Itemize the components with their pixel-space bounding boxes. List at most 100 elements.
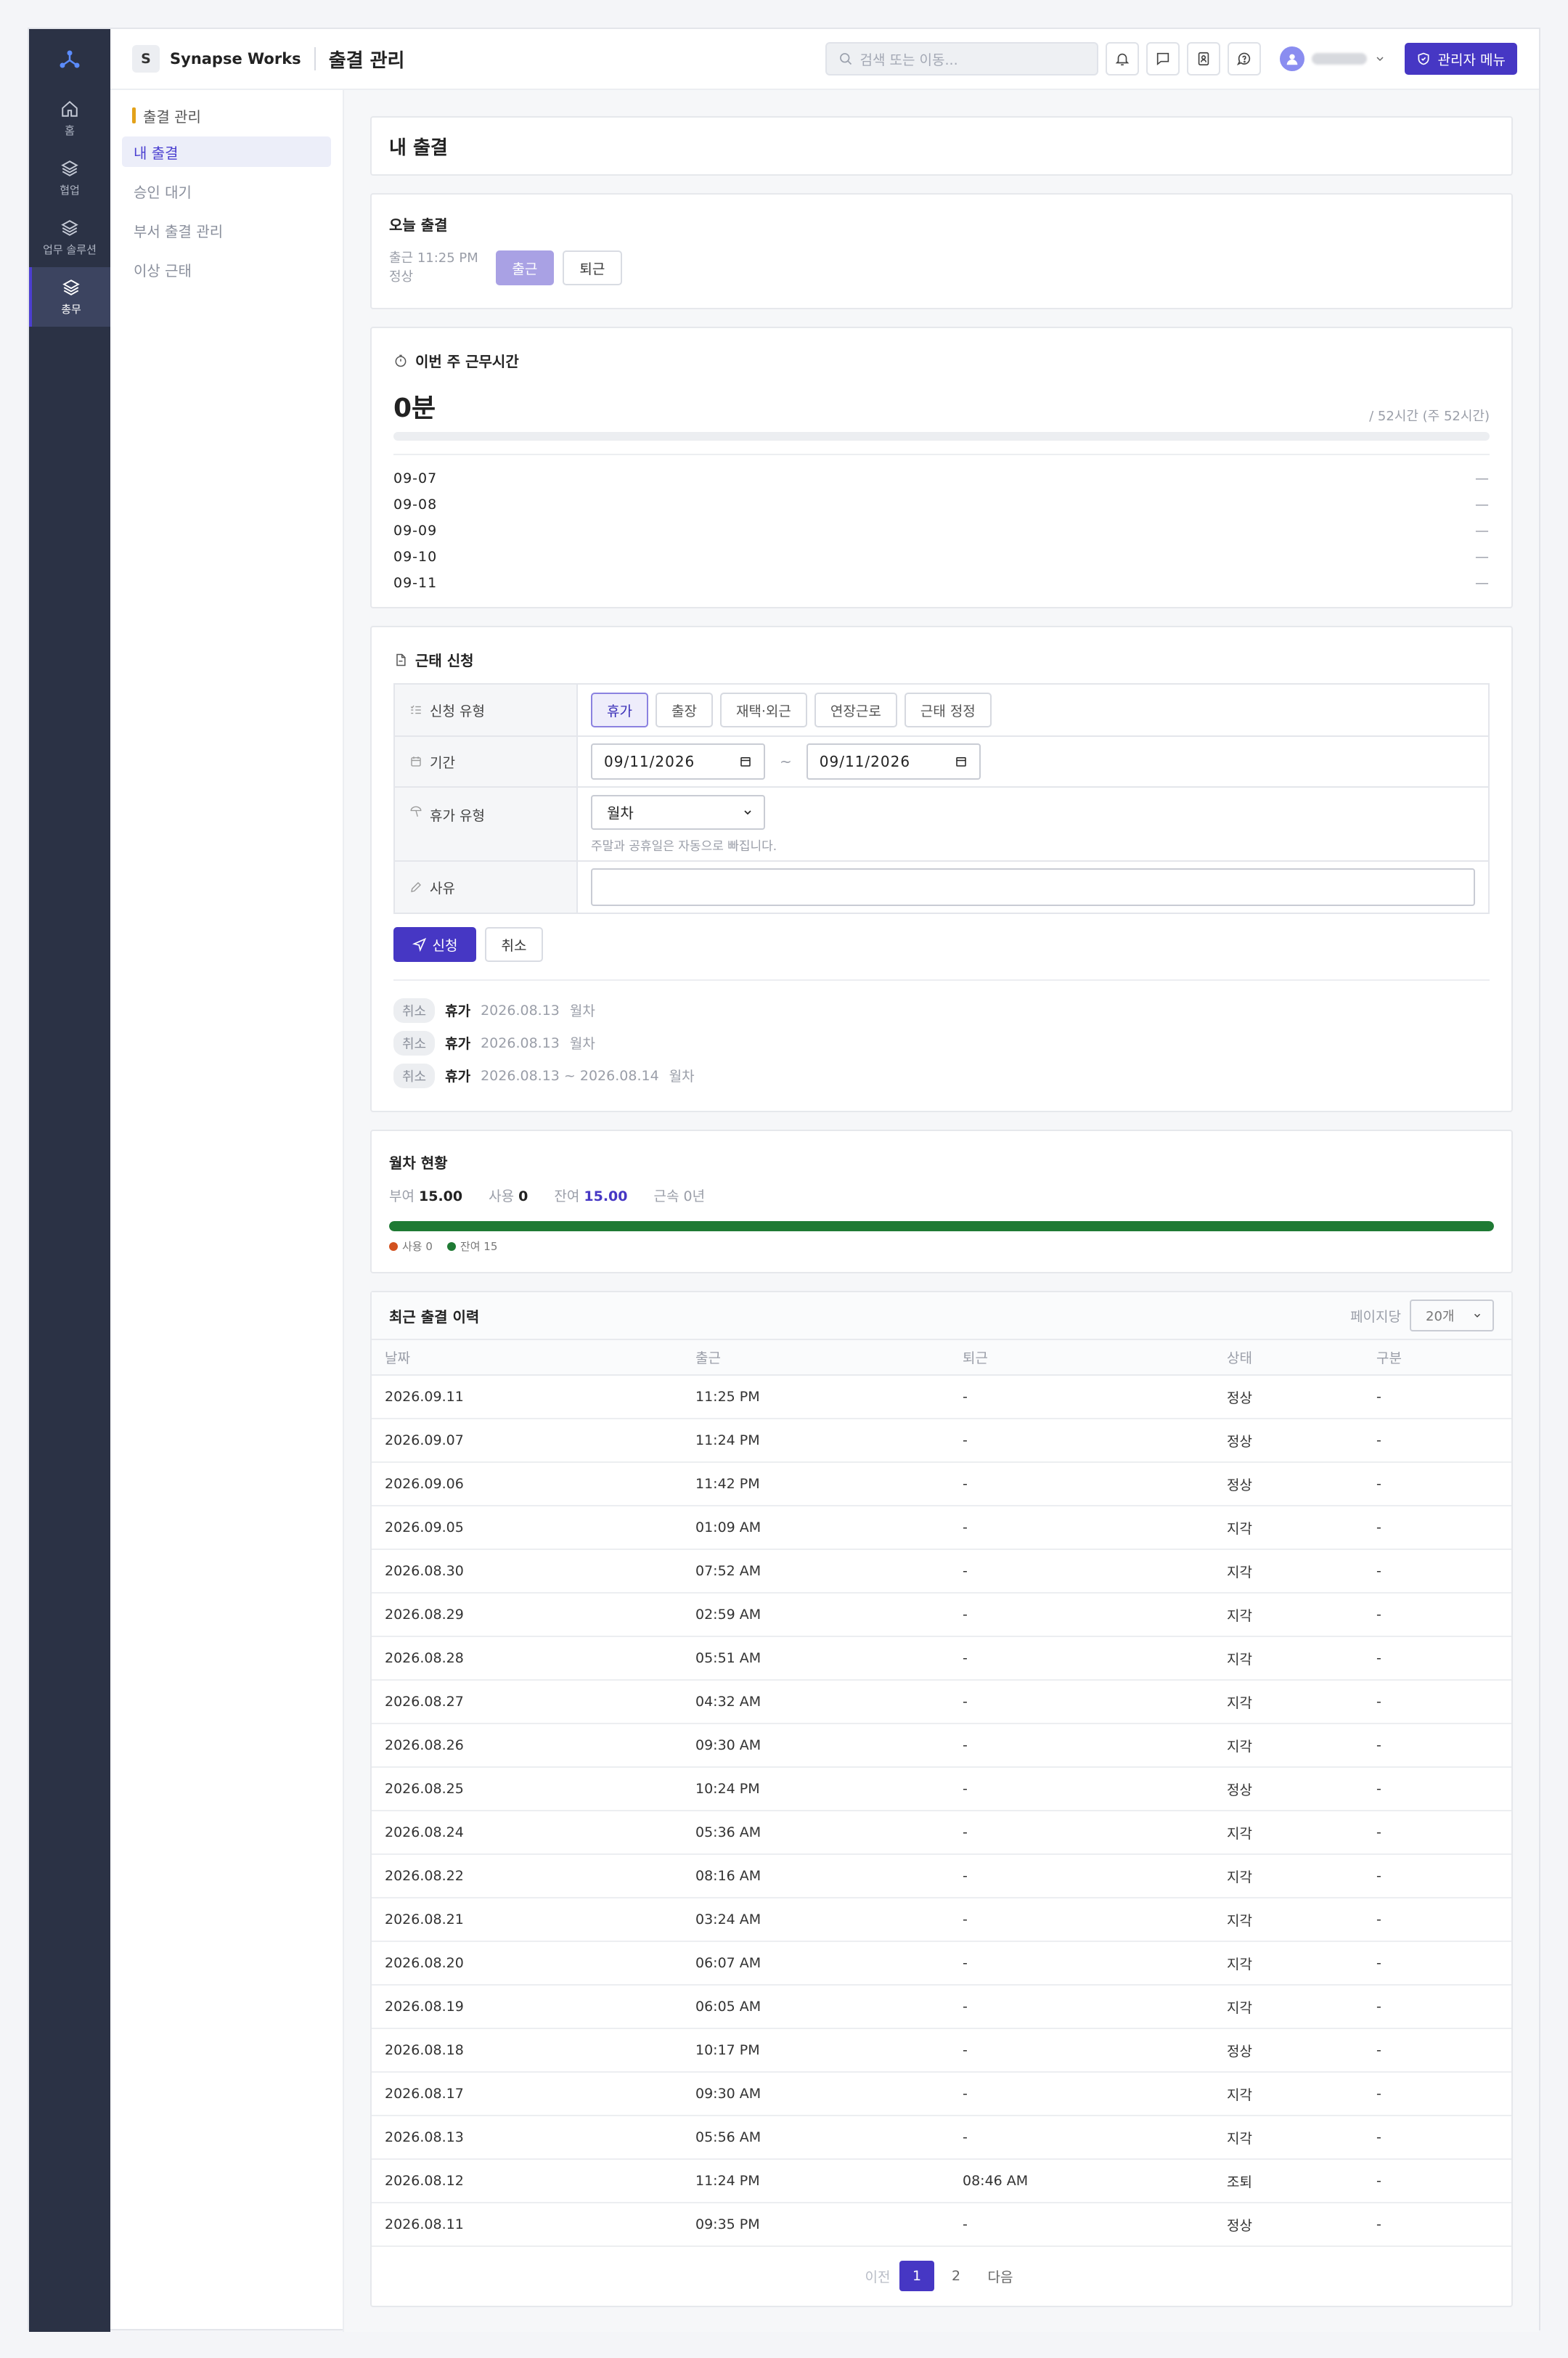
table-cell: -: [950, 1854, 1214, 1898]
type-chip-leave[interactable]: 휴가: [591, 693, 648, 727]
subnav-item-abnormal-attendance[interactable]: 이상 근태: [122, 254, 331, 285]
rail-item-home[interactable]: 홈: [29, 89, 110, 148]
legend-used: 사용 0: [402, 1240, 433, 1253]
today-status: 정상: [389, 269, 414, 285]
form-label-reason: 사유: [395, 862, 578, 913]
next-page-button[interactable]: 다음: [978, 2261, 1023, 2291]
per-page-select[interactable]: 20개: [1410, 1300, 1494, 1331]
table-row[interactable]: 2026.08.22 08:16 AM - 지각 -: [372, 1854, 1511, 1898]
day-date: 09-09: [393, 523, 438, 539]
table-row[interactable]: 2026.08.29 02:59 AM - 지각 -: [372, 1593, 1511, 1637]
end-date-input[interactable]: 09/11/2026: [806, 743, 981, 780]
type-chip-overtime[interactable]: 연장근로: [814, 693, 897, 727]
messages-button[interactable]: [1146, 42, 1180, 76]
type-chip-correction[interactable]: 근태 정정: [904, 693, 992, 727]
app-logo-icon[interactable]: [29, 29, 110, 89]
table-cell: 11:24 PM: [682, 2159, 950, 2203]
table-row[interactable]: 2026.08.27 04:32 AM - 지각 -: [372, 1680, 1511, 1724]
table-row[interactable]: 2026.09.05 01:09 AM - 지각 -: [372, 1506, 1511, 1550]
leave-type-select[interactable]: 월차: [591, 794, 765, 830]
rail-item-solutions[interactable]: 업무 솔루션: [29, 208, 110, 267]
day-value: —: [1475, 523, 1490, 539]
table-cell: 11:25 PM: [682, 1375, 950, 1419]
table-row[interactable]: 2026.08.26 09:30 AM - 지각 -: [372, 1723, 1511, 1768]
column-header[interactable]: 날짜: [372, 1340, 682, 1376]
reason-input[interactable]: [591, 868, 1475, 906]
request-history-item[interactable]: 취소 휴가 2026.08.13 월차: [393, 994, 1490, 1027]
request-history-item[interactable]: 취소 휴가 2026.08.13 ~ 2026.08.14 월차: [393, 1059, 1490, 1092]
request-type: 휴가: [445, 1036, 471, 1052]
period-label: 기간: [430, 754, 455, 771]
table-row[interactable]: 2026.08.13 05:56 AM - 지각 -: [372, 2116, 1511, 2160]
column-header[interactable]: 출근: [682, 1340, 950, 1376]
checkout-button[interactable]: 퇴근: [562, 250, 622, 285]
table-cell: 2026.08.18: [372, 2028, 682, 2073]
rail-item-general-affairs[interactable]: 총무: [29, 267, 110, 327]
user-menu[interactable]: [1279, 46, 1386, 71]
granted-label: 부여: [389, 1188, 415, 1204]
table-row[interactable]: 2026.08.19 06:05 AM - 지각 -: [372, 1985, 1511, 2029]
notifications-button[interactable]: [1105, 42, 1139, 76]
request-type: 휴가: [445, 1003, 471, 1019]
table-cell: -: [1363, 1636, 1511, 1681]
table-cell: 2026.08.29: [372, 1593, 682, 1637]
leave-remain-bar: [389, 1221, 1494, 1231]
contacts-button[interactable]: [1186, 42, 1220, 76]
column-header[interactable]: 구분: [1363, 1340, 1511, 1376]
table-row[interactable]: 2026.08.21 03:24 AM - 지각 -: [372, 1898, 1511, 1942]
rail-item-collab[interactable]: 협업: [29, 148, 110, 208]
table-cell: 지각: [1214, 1941, 1363, 1986]
per-page-value: 20개: [1426, 1309, 1455, 1324]
table-cell: -: [1363, 1375, 1511, 1419]
org-name[interactable]: Synapse Works: [170, 50, 301, 68]
table-row[interactable]: 2026.08.20 06:07 AM - 지각 -: [372, 1941, 1511, 1986]
checkin-button[interactable]: 출근: [495, 250, 554, 285]
table-row[interactable]: 2026.09.11 11:25 PM - 정상 -: [372, 1375, 1511, 1419]
search-input[interactable]: 검색 또는 이동...: [825, 42, 1098, 76]
admin-menu-button[interactable]: 관리자 메뉴: [1404, 43, 1517, 75]
used-legend-dot: [389, 1241, 398, 1251]
table-cell: -: [1363, 2072, 1511, 2116]
table-row[interactable]: 2026.08.11 09:35 PM - 정상 -: [372, 2203, 1511, 2247]
table-row[interactable]: 2026.08.17 09:30 AM - 지각 -: [372, 2072, 1511, 2116]
page-button-1[interactable]: 1: [899, 2261, 934, 2291]
bell-icon: [1115, 53, 1129, 66]
day-value: —: [1475, 575, 1490, 591]
request-history-item[interactable]: 취소 휴가 2026.08.13 월차: [393, 1027, 1490, 1059]
type-chip-remote[interactable]: 재택·외근: [719, 693, 807, 727]
column-header[interactable]: 상태: [1214, 1340, 1363, 1376]
table-row[interactable]: 2026.08.18 10:17 PM - 정상 -: [372, 2028, 1511, 2073]
table-row[interactable]: 2026.08.28 05:51 AM - 지각 -: [372, 1636, 1511, 1681]
form-label-leave-type: 휴가 유형: [395, 788, 578, 860]
table-cell: 10:17 PM: [682, 2028, 950, 2073]
request-kind: 월차: [669, 1069, 695, 1085]
submit-request-button[interactable]: 신청: [393, 927, 476, 962]
remain-legend-dot: [446, 1241, 456, 1251]
column-header[interactable]: 퇴근: [950, 1340, 1214, 1376]
request-kind: 월차: [569, 1036, 595, 1052]
table-row[interactable]: 2026.08.30 07:52 AM - 지각 -: [372, 1549, 1511, 1594]
cancel-request-button[interactable]: 취소: [485, 927, 543, 962]
table-row[interactable]: 2026.08.25 10:24 PM - 정상 -: [372, 1767, 1511, 1811]
start-date-input[interactable]: 09/11/2026: [591, 743, 765, 780]
table-cell: -: [950, 2116, 1214, 2160]
table-row[interactable]: 2026.08.12 11:24 PM 08:46 AM 조퇴 -: [372, 2159, 1511, 2203]
table-cell: -: [950, 1723, 1214, 1768]
chevron-down-icon: [1474, 1313, 1481, 1318]
layers-icon: [61, 160, 78, 176]
calendar-icon: [740, 757, 751, 767]
table-row[interactable]: 2026.08.24 05:36 AM - 지각 -: [372, 1811, 1511, 1855]
type-chip-business-trip[interactable]: 출장: [655, 693, 713, 727]
page-button-2[interactable]: 2: [939, 2261, 973, 2291]
subnav-item-my-attendance[interactable]: 내 출결: [122, 136, 331, 167]
table-cell: 05:36 AM: [682, 1811, 950, 1855]
subnav-item-department-attendance[interactable]: 부서 출결 관리: [122, 215, 331, 245]
org-badge[interactable]: S: [132, 45, 160, 73]
table-row[interactable]: 2026.09.07 11:24 PM - 정상 -: [372, 1419, 1511, 1463]
table-cell: -: [1363, 1941, 1511, 1986]
table-row[interactable]: 2026.09.06 11:42 PM - 정상 -: [372, 1462, 1511, 1506]
prev-page-button[interactable]: 이전: [860, 2261, 895, 2291]
subnav-item-pending-approval[interactable]: 승인 대기: [122, 176, 331, 206]
help-button[interactable]: [1227, 42, 1261, 76]
attendance-history-table: 날짜 출근 퇴근 상태 구분 2026.09.11 11:25 PM - 정상 -202…: [372, 1340, 1511, 2247]
